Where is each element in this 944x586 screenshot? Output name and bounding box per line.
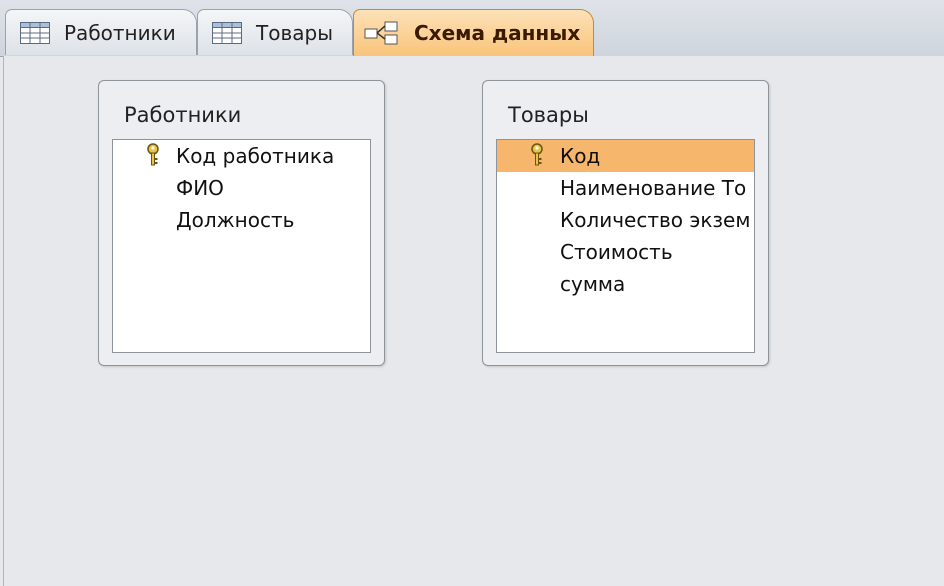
tab-strip: Работники Товары Схема данных xyxy=(0,0,944,57)
tab-label: Товары xyxy=(256,20,333,45)
relationships-icon xyxy=(364,20,398,46)
field-row-dolzhnost[interactable]: Должность xyxy=(113,204,370,236)
field-label: Должность xyxy=(176,208,295,232)
field-label: Стоимость xyxy=(560,240,673,264)
field-list[interactable]: Код Наименование То Количество экзем Сто… xyxy=(496,139,755,353)
field-label: Код xyxy=(560,144,601,168)
field-row-kod[interactable]: Код xyxy=(497,140,754,172)
table-icon xyxy=(20,21,50,44)
table-box-rabotniki[interactable]: Работники Код работника ФИО Должность xyxy=(98,80,385,366)
field-row-fio[interactable]: ФИО xyxy=(113,172,370,204)
field-row-stoimost[interactable]: Стоимость xyxy=(497,236,754,268)
field-row-summa[interactable]: сумма xyxy=(497,268,754,300)
field-label: сумма xyxy=(560,272,626,296)
field-row-kod-rabotnika[interactable]: Код работника xyxy=(113,140,370,172)
field-row-kolichestvo[interactable]: Количество экзем xyxy=(497,204,754,236)
table-box-tovary[interactable]: Товары Код Наименование То Количество эк… xyxy=(482,80,769,366)
tab-tovary[interactable]: Товары xyxy=(197,9,353,55)
table-title: Товары xyxy=(508,103,589,127)
table-icon xyxy=(212,21,242,44)
tab-label: Схема данных xyxy=(414,21,581,45)
field-row-naimenovanie[interactable]: Наименование То xyxy=(497,172,754,204)
field-label: Наименование То xyxy=(560,176,747,200)
tab-label: Работники xyxy=(64,20,176,45)
field-label: Код работника xyxy=(176,144,335,168)
tab-rabotniki[interactable]: Работники xyxy=(5,9,197,55)
field-list[interactable]: Код работника ФИО Должность xyxy=(112,139,371,353)
field-label: Количество экзем xyxy=(560,208,751,232)
field-label: ФИО xyxy=(176,176,224,200)
table-title: Работники xyxy=(124,103,242,127)
tab-skhema-dannykh[interactable]: Схема данных xyxy=(353,9,594,56)
